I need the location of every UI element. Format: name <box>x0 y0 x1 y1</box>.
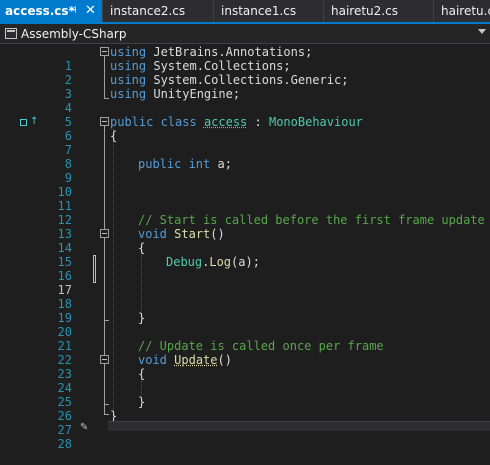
code-line[interactable]: 22 // Update is called once per frame <box>0 339 490 367</box>
keyword: using <box>110 73 147 87</box>
code-text: : <box>247 115 269 129</box>
code-line[interactable]: 21 <box>0 325 490 353</box>
keyword: using <box>110 45 147 59</box>
method-name: Update <box>174 353 218 367</box>
type-name: Debug <box>166 255 203 269</box>
project-selector-label: Assembly-CSharp <box>21 27 127 41</box>
code-line[interactable]: 13 // Start is called before the first f… <box>0 213 490 241</box>
code-line[interactable]: 15 { <box>0 241 490 269</box>
keyword: void <box>138 353 167 367</box>
code-text: } <box>138 311 146 325</box>
method-name: Start <box>174 227 211 241</box>
code-line[interactable]: 18 <box>0 283 490 311</box>
tab-hairetu2-cs[interactable]: hairetu2.cs <box>324 0 434 22</box>
code-text: a; <box>210 157 232 171</box>
code-line[interactable]: 8 <box>0 143 490 171</box>
tab-label: access.cs* <box>5 4 75 18</box>
code-line[interactable]: 20 } <box>0 311 490 339</box>
class-name: access <box>203 115 248 129</box>
keyword: void <box>138 227 167 241</box>
csharp-project-icon <box>5 28 17 39</box>
code-line[interactable]: 11 <box>0 185 490 213</box>
code-text: { <box>138 241 146 255</box>
tab-instance1-cs[interactable]: instance1.cs <box>214 0 324 22</box>
code-text: { <box>138 367 146 381</box>
code-editor[interactable]: ↑ 1 using JetBrains.Annotations; 2 using… <box>0 45 490 451</box>
tab-label: instance1.cs <box>221 4 297 18</box>
code-line[interactable]: 23 void Update() <box>0 353 490 381</box>
code-text: System.Collections.Generic; <box>146 73 349 87</box>
code-text: } <box>138 395 146 409</box>
code-line[interactable]: 1 using JetBrains.Annotations; <box>0 45 490 73</box>
keyword: public int <box>138 157 211 171</box>
navigation-bar[interactable]: Assembly-CSharp <box>0 24 490 44</box>
tab-label: hairetu.cs <box>441 4 490 18</box>
close-icon[interactable]: ✕ <box>85 0 96 22</box>
code-line[interactable]: 19 <box>0 297 490 325</box>
keyword: using <box>110 87 147 101</box>
code-text: () <box>210 227 225 241</box>
type-name: MonoBehaviour <box>268 115 363 129</box>
tab-access-cs[interactable]: access.cs* ⊣ ✕ <box>0 0 103 22</box>
code-line[interactable]: 9 public int a; <box>0 157 490 185</box>
tab-instance2-cs[interactable]: instance2.cs <box>103 0 214 22</box>
code-line[interactable]: 25 <box>0 381 490 409</box>
pin-icon[interactable]: ⊣ <box>68 0 77 22</box>
chevron-down-icon[interactable] <box>478 29 486 34</box>
tab-label: instance2.cs <box>110 4 186 18</box>
code-line[interactable]: 5 <box>0 101 490 129</box>
code-line[interactable]: 14 void Start() <box>0 227 490 255</box>
method-name: Log <box>209 255 232 269</box>
comment: // Update is called once per frame <box>138 339 384 353</box>
code-line[interactable]: 6 public class access : MonoBehaviour <box>0 115 490 143</box>
code-line[interactable]: 17 <box>0 269 490 297</box>
code-text: (a); <box>231 255 260 269</box>
code-line[interactable]: 7 { <box>0 129 490 157</box>
code-line[interactable]: 16 Debug.Log(a); <box>0 255 490 283</box>
code-line[interactable]: 10 <box>0 171 490 199</box>
comment: // Start is called before the first fram… <box>138 213 485 227</box>
line-number: 28 <box>57 437 72 451</box>
keyword: using <box>110 59 147 73</box>
tab-label: hairetu2.cs <box>331 4 398 18</box>
code-line[interactable]: 12 <box>0 199 490 227</box>
code-text: () <box>217 353 232 367</box>
quick-action-icon[interactable]: ✎ <box>80 422 88 433</box>
code-text: UnityEngine; <box>146 87 241 101</box>
code-text: { <box>110 129 118 143</box>
code-line[interactable]: 26 } <box>0 395 490 423</box>
code-text: JetBrains.Annotations; <box>146 45 313 59</box>
code-text: System.Collections; <box>146 59 291 73</box>
code-line[interactable]: 2 using System.Collections; <box>0 59 490 87</box>
keyword: public class <box>110 115 197 129</box>
code-line[interactable]: 4 using UnityEngine; <box>0 87 490 115</box>
document-tab-strip: access.cs* ⊣ ✕ instance2.cs instance1.cs… <box>0 0 490 24</box>
code-line[interactable]: 3 using System.Collections.Generic; <box>0 73 490 101</box>
tab-hairetu-cs[interactable]: hairetu.cs <box>434 0 490 22</box>
code-line[interactable]: 24 { <box>0 367 490 395</box>
